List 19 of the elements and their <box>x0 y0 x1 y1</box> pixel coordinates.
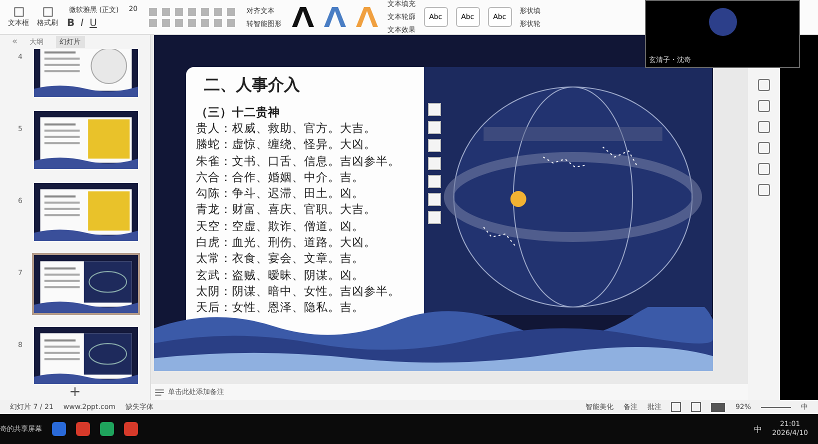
slide-text-line: 天空：空虚、欺诈、僧道。凶。 <box>196 218 365 234</box>
slide-subtitle: （三）十二贵神 <box>196 104 281 120</box>
slide-text-line: 天后：女性、恩泽、隐私。吉。 <box>196 299 365 316</box>
format-button[interactable]: U <box>88 18 98 30</box>
slide-text-line: 朱雀：文书、口舌、信息。吉凶参半。 <box>196 152 401 169</box>
slide-text-line: 太阴：阴谋、暗中、女性。吉凶参半。 <box>196 282 401 300</box>
slide-text-line: 玄武：盗贼、暧昧、阴谋。凶。 <box>196 266 365 283</box>
slide-text-line: 螣蛇：虚惊、缠绕、怪异。大凶。 <box>196 136 377 153</box>
slide-title: 二、人事介入 <box>204 75 301 96</box>
slide-text-line: 六合：合作、婚姻、中介。吉。 <box>196 168 365 186</box>
format-button[interactable]: B <box>66 18 76 30</box>
add-slide-button[interactable]: + <box>0 384 150 400</box>
slide-text-line: 勾陈：争斗、迟滞、田土。凶。 <box>196 185 365 202</box>
slide-text-line: 太常：衣食、宴会、文章。吉。 <box>196 250 365 267</box>
slide-text-line: 白虎：血光、刑伤、道路。大凶。 <box>196 234 377 250</box>
format-button[interactable]: I <box>80 18 85 30</box>
slide-text-line: 青龙：财富、喜庆、官职。大吉。 <box>196 201 377 218</box>
slide-text-line: 贵人：权威、救助、官方。大吉。 <box>196 120 377 136</box>
input-method[interactable]: 中 <box>754 424 762 434</box>
